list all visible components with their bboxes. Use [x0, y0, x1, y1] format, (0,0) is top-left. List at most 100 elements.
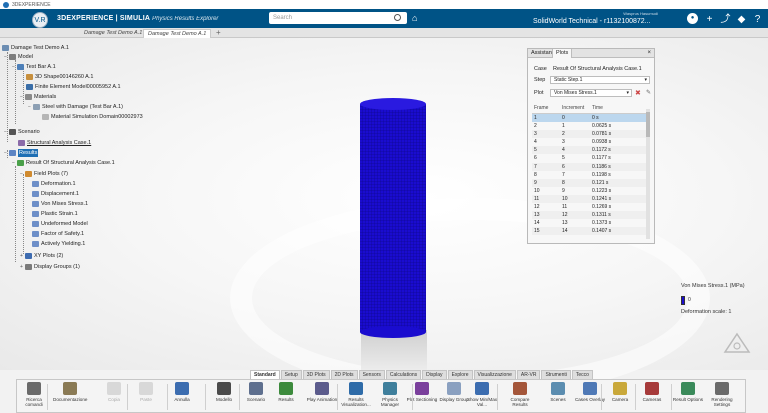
table-cell: 7	[562, 171, 565, 178]
tab-setup[interactable]: Setup	[280, 370, 302, 379]
search-input[interactable]: Search	[269, 12, 407, 24]
frames-table: Frame Increment Time 100 s 2 1 0.0625 s 3 2 0.…	[532, 105, 648, 239]
tree-plot-item[interactable]: Actively Yielding.1	[32, 240, 85, 248]
part-icon	[17, 64, 24, 70]
tree-material-sim[interactable]: Material Simulation Domain00002973	[42, 113, 143, 121]
add-tab-icon[interactable]: +	[216, 28, 221, 37]
user-tenant[interactable]: SolidWorld Technical - r1132100872...	[533, 18, 651, 25]
copia-button[interactable]: Copia	[97, 382, 131, 402]
table-row[interactable]: 11 10 0.1241 s	[532, 194, 648, 204]
test-bar-model[interactable]	[359, 97, 427, 339]
tab-3d-plots[interactable]: 3D Plots	[302, 370, 330, 379]
tree-xy-plots[interactable]: + XY Plots (2)	[20, 252, 63, 260]
tab-display[interactable]: Display	[422, 370, 447, 379]
close-icon[interactable]: ×	[647, 49, 651, 58]
edit-icon[interactable]: ✎	[646, 89, 651, 96]
tab-plots[interactable]: Plots	[552, 49, 573, 58]
table-row[interactable]: 14 13 0.1373 s	[532, 219, 648, 227]
tree-plot-item[interactable]: Undeformed Model	[32, 220, 88, 228]
table-row[interactable]: 15 14 0.1407 s	[532, 227, 648, 236]
tree-plot-item[interactable]: Von Mises Stress.1	[32, 200, 88, 208]
camera-button[interactable]: Camera	[603, 382, 637, 402]
table-row[interactable]: 1 0 0 s	[532, 114, 648, 123]
tab-standard[interactable]: Standard	[250, 370, 280, 379]
paste-button[interactable]: Paste	[129, 382, 163, 402]
results-button[interactable]: Results	[269, 382, 303, 402]
tree-scenario[interactable]: − Scenario	[4, 128, 40, 136]
tree-structural-case[interactable]: Structural Analysis Case.1	[18, 139, 91, 147]
tag-icon[interactable]: ⌂	[412, 13, 417, 23]
tab-calculations[interactable]: Calculations	[385, 370, 422, 379]
modello-button[interactable]: Modello	[207, 382, 241, 402]
compass-triad-icon[interactable]	[722, 330, 752, 360]
plot-options-icon[interactable]: ✖	[635, 89, 641, 97]
tree-plot-item[interactable]: Deformation.1	[32, 180, 76, 188]
table-row[interactable]: 6 5 0.1177 s	[532, 154, 648, 162]
tree-result-of[interactable]: − Result Of Structural Analysis Case.1	[12, 159, 115, 167]
table-row[interactable]: 12 11 0.1269 s	[532, 203, 648, 211]
tree-test-bar[interactable]: − Test Bar A.1	[12, 63, 56, 71]
tab-visualizzazione[interactable]: Visualizzazione	[473, 370, 516, 379]
tab-strumenti[interactable]: Strumenti	[541, 370, 571, 379]
avatar[interactable]: ●	[687, 13, 698, 24]
tree-field-plots[interactable]: − Field Plots (7)	[20, 170, 68, 178]
physics-manager-button[interactable]: Physics Manager	[373, 382, 407, 407]
table-row[interactable]: 3 2 0.0781 s	[532, 130, 648, 139]
table-row[interactable]: 8 7 0.1198 s	[532, 171, 648, 179]
table-row[interactable]: 4 3 0.0938 s	[532, 138, 648, 146]
tree-plot-label: Actively Yielding.1	[41, 241, 86, 247]
cameras-button[interactable]: Cameras	[635, 382, 669, 402]
table-row[interactable]: 10 9 0.1223 s	[532, 187, 648, 195]
tab-sensors[interactable]: Sensors	[358, 370, 385, 379]
scenario-button[interactable]: Scenario	[239, 382, 273, 402]
compass-icon[interactable]: V.R	[32, 12, 48, 28]
plot-select[interactable]: Von Mises Stress.1 ▾	[550, 89, 632, 97]
tree-plot-item[interactable]: Displacement.1	[32, 190, 79, 198]
ricerca-comandi-button[interactable]: Ricerca comandi	[17, 382, 51, 407]
scenario-icon	[9, 129, 16, 135]
table-row[interactable]: 5 4 0.1172 s	[532, 146, 648, 155]
plot-icon	[32, 191, 39, 197]
tree-plot-item[interactable]: Plastic Strain.1	[32, 210, 78, 218]
annulla-button[interactable]: Annulla	[165, 382, 199, 402]
tree-results[interactable]: − Results	[4, 149, 39, 157]
tree-display-groups[interactable]: + Display Groups (1)	[20, 263, 80, 271]
share-icon[interactable]: ⤴	[720, 14, 731, 25]
table-row[interactable]: 13 12 0.1311 s	[532, 211, 648, 220]
table-cell: 0.1373 s	[592, 220, 612, 227]
rendering-settings-button[interactable]: Rendering Settings	[705, 382, 739, 407]
compare-results-button[interactable]: Compare Results	[503, 382, 537, 407]
table-cell: 9	[534, 179, 537, 186]
tab-2d-plots[interactable]: 2D Plots	[330, 370, 358, 379]
toolbar-label: Camera	[611, 397, 629, 402]
tab-tecco[interactable]: Tecco	[571, 370, 593, 379]
tree-materials[interactable]: − Materials	[20, 93, 56, 101]
tab-ar-vr[interactable]: AR-VR	[516, 370, 541, 379]
tree-root[interactable]: Damage Test Demo A.1	[2, 44, 69, 52]
result-options-button[interactable]: Result Options	[671, 382, 705, 402]
add-icon[interactable]: +	[704, 14, 715, 25]
communicate-icon[interactable]: ◆	[736, 14, 747, 25]
tab-damage-test[interactable]: Damage Test Demo A.1	[143, 29, 212, 38]
play-animation-button[interactable]: Play Animation	[305, 382, 339, 402]
show-min-max-val-button[interactable]: Show Min/Max Val...	[465, 382, 499, 407]
results-visualization-button[interactable]: Results Visualization...	[339, 382, 373, 407]
search-icon[interactable]	[394, 14, 401, 21]
tree-fem[interactable]: Finite Element Model00005952 A.1	[26, 83, 121, 91]
table-row[interactable]: 2 1 0.0625 s	[532, 122, 648, 130]
scenes-button[interactable]: Scenes	[541, 382, 575, 402]
tree-steel[interactable]: − Steel with Damage (Test Bar A.1)	[28, 103, 123, 111]
help-icon[interactable]: ?	[752, 14, 763, 25]
tree-model[interactable]: − Model	[4, 53, 33, 61]
table-row[interactable]: 7 6 0.1186 s	[532, 162, 648, 171]
tab-explore[interactable]: Explore	[447, 370, 473, 379]
workbench-tabs: Standard Setup 3D Plots 2D Plots Sensors Calc…	[250, 370, 594, 379]
tree-plot-item[interactable]: Factor of Safety.1	[32, 230, 84, 238]
table-scrollbar[interactable]	[646, 109, 650, 239]
step-select[interactable]: Static Step.1 ▾	[550, 76, 650, 84]
tree-shape[interactable]: 3D Shape00146260 A.1	[26, 73, 93, 81]
documentazione-button[interactable]: Documentazione	[53, 382, 87, 402]
plot-sectioning-button[interactable]: Plot Sectioning	[405, 382, 439, 402]
plot-icon	[32, 201, 39, 207]
table-row[interactable]: 9 8 0.121 s	[532, 178, 648, 187]
